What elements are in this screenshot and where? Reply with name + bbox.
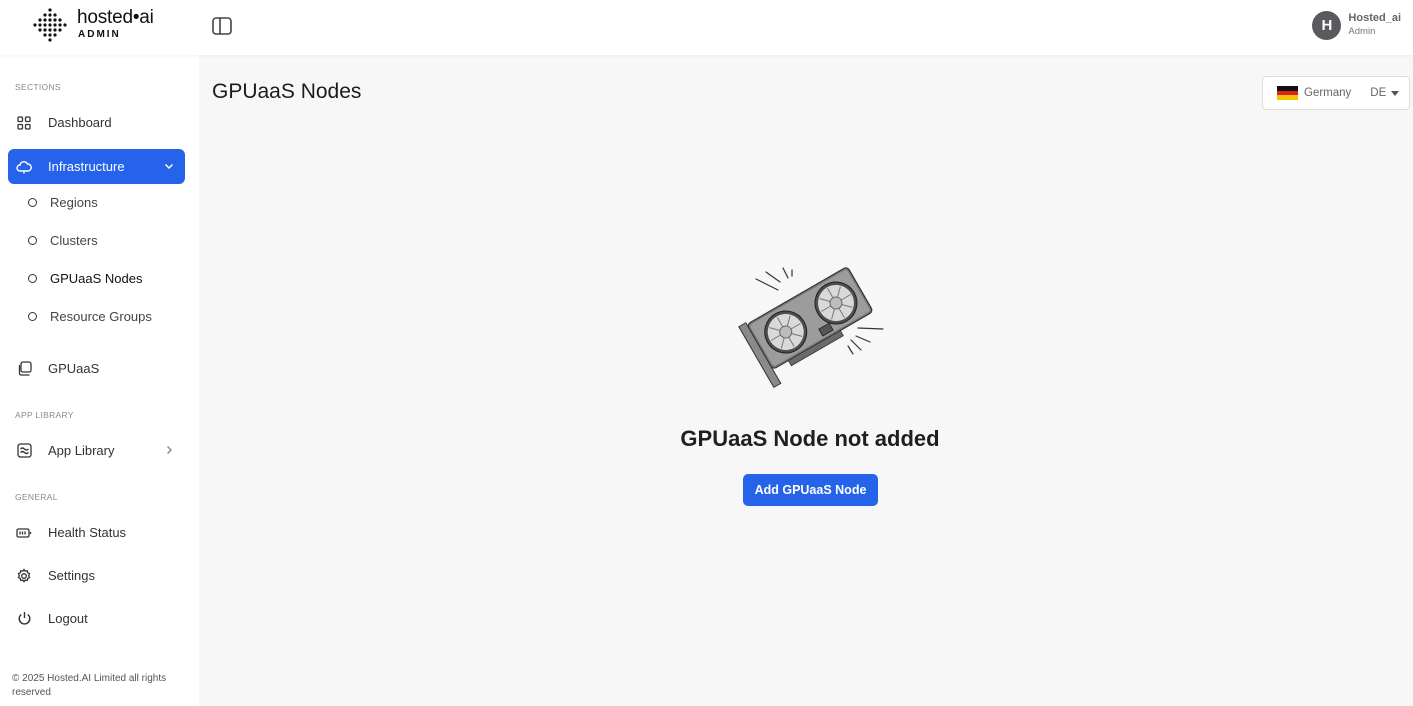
grid-icon bbox=[16, 115, 32, 131]
logo-name: hosted•ai bbox=[77, 7, 154, 28]
sidebar-item-resource-groups[interactable]: Resource Groups bbox=[28, 301, 152, 331]
user-name: Hosted_ai bbox=[1348, 12, 1401, 24]
user-menu[interactable]: H Hosted_ai Admin bbox=[1312, 10, 1401, 40]
sidebar-item-label: GPUaaS bbox=[48, 361, 100, 376]
empty-state-title: GPUaaS Node not added bbox=[680, 426, 940, 451]
sidebar-item-gpuaas[interactable]: GPUaaS bbox=[8, 351, 185, 386]
copy-icon bbox=[16, 361, 32, 377]
sidebar-item-label: Infrastructure bbox=[48, 159, 125, 174]
sidebar-item-logout[interactable]: Logout bbox=[8, 601, 185, 636]
circle-icon bbox=[28, 273, 37, 283]
add-gpuaas-node-button[interactable]: Add GPUaaS Node bbox=[743, 474, 878, 506]
section-label-sections: SECTIONS bbox=[15, 82, 61, 92]
sidebar-item-settings[interactable]: Settings bbox=[8, 558, 185, 593]
sidebar-item-app-library[interactable]: App Library bbox=[8, 433, 185, 468]
gear-icon bbox=[16, 567, 32, 584]
region-select[interactable]: Germany DE bbox=[1262, 76, 1410, 110]
cloud-icon bbox=[16, 159, 32, 175]
sidebar-item-gpuaas-nodes[interactable]: GPUaaS Nodes bbox=[28, 263, 143, 293]
sidebar-item-label: Logout bbox=[48, 611, 88, 626]
section-label-general: GENERAL bbox=[15, 492, 58, 502]
sidebar-item-health-status[interactable]: Health Status bbox=[8, 515, 185, 550]
sidebar-item-infrastructure[interactable]: Infrastructure bbox=[8, 149, 185, 184]
region-country: Germany bbox=[1304, 87, 1352, 99]
sidebar-toggle-button[interactable] bbox=[211, 16, 233, 36]
circle-icon bbox=[28, 235, 37, 245]
sidebar-item-label: Regions bbox=[50, 194, 98, 210]
app-library-icon bbox=[16, 443, 32, 459]
sidebar-item-clusters[interactable]: Clusters bbox=[28, 225, 98, 255]
sidebar-item-label: Clusters bbox=[50, 232, 98, 248]
sidebar-item-dashboard[interactable]: Dashboard bbox=[8, 105, 185, 140]
copyright-footer: © 2025 Hosted.AI Limited all rights rese… bbox=[12, 673, 167, 698]
sidebar-toggle-icon bbox=[212, 17, 232, 35]
region-code: DE bbox=[1370, 87, 1387, 99]
dots-logo-icon bbox=[33, 8, 67, 42]
battery-icon bbox=[16, 525, 32, 541]
sidebar-item-label: App Library bbox=[48, 443, 115, 458]
chevron-right-icon bbox=[163, 444, 175, 459]
gpu-card-illustration bbox=[738, 267, 884, 389]
sidebar-item-label: Resource Groups bbox=[50, 308, 152, 324]
sidebar-item-label: Settings bbox=[48, 568, 95, 583]
flag-germany-icon bbox=[1277, 86, 1298, 101]
sidebar-item-regions[interactable]: Regions bbox=[28, 187, 98, 217]
section-label-app-library: APP LIBRARY bbox=[15, 410, 74, 420]
sidebar-item-label: Dashboard bbox=[48, 115, 112, 130]
caret-down-icon bbox=[1391, 91, 1399, 96]
user-role: Admin bbox=[1348, 26, 1376, 37]
sidebar-item-label: Health Status bbox=[48, 525, 127, 540]
circle-icon bbox=[28, 311, 37, 321]
logo-subtitle: ADMIN bbox=[78, 29, 121, 40]
sidebar-item-label: GPUaaS Nodes bbox=[50, 270, 143, 286]
circle-icon bbox=[28, 197, 37, 207]
power-icon bbox=[16, 611, 32, 627]
top-bar: hosted•ai ADMIN H Hosted_ai Admin bbox=[0, 0, 1413, 55]
logo[interactable]: hosted•ai ADMIN bbox=[32, 7, 172, 43]
sidebar: SECTIONS Dashboard Infrastructure Region… bbox=[0, 55, 199, 706]
chevron-down-icon bbox=[163, 160, 175, 175]
page-title: GPUaaS Nodes bbox=[212, 80, 362, 103]
avatar[interactable]: H bbox=[1312, 10, 1342, 40]
